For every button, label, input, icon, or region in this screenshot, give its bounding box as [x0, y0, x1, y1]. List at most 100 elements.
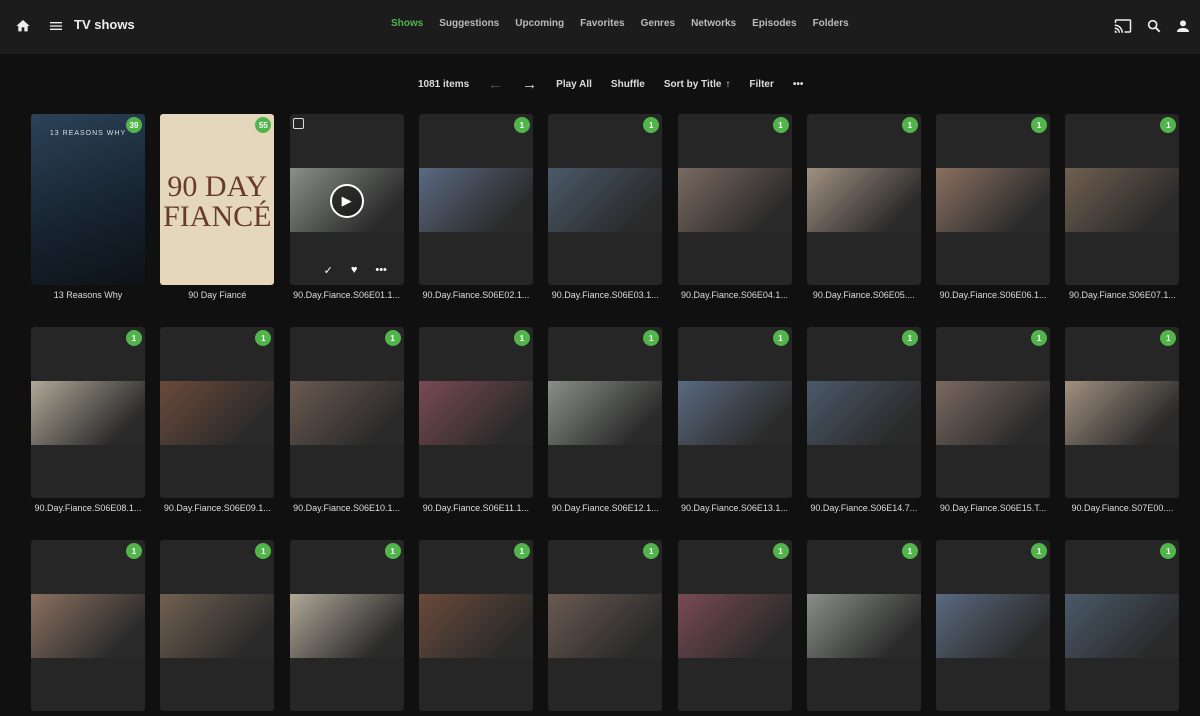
library-card[interactable]: 1 — [160, 540, 275, 716]
tab-networks[interactable]: Networks — [691, 18, 736, 29]
library-card[interactable]: 1 90.Day.Fiance.S06E11.1... — [418, 327, 533, 513]
card-image[interactable]: 1 — [289, 327, 404, 498]
library-card[interactable]: 1 90.Day.Fiance.S06E12.1... — [548, 327, 663, 513]
library-card[interactable]: 1 90.Day.Fiance.S06E05.... — [806, 114, 921, 300]
card-image[interactable]: 1 — [160, 540, 275, 711]
card-image[interactable]: 1 — [806, 327, 921, 498]
previous-page-button[interactable]: ← — [488, 76, 503, 93]
tab-folders[interactable]: Folders — [813, 18, 849, 29]
tab-episodes[interactable]: Episodes — [752, 18, 796, 29]
cast-icon[interactable] — [1112, 15, 1134, 37]
card-title[interactable]: 90.Day.Fiance.S06E13.1... — [678, 503, 792, 513]
card-image[interactable]: 1 — [418, 540, 533, 711]
shuffle-button[interactable]: Shuffle — [611, 79, 645, 90]
library-card[interactable]: 1 — [31, 540, 145, 716]
select-checkbox[interactable] — [292, 118, 304, 129]
filter-button[interactable]: Filter — [749, 79, 773, 90]
library-card[interactable]: ▶ ✓ ♥ ••• 90.Day.Fiance.S06E01.1... — [289, 114, 404, 300]
library-card[interactable]: 1 90.Day.Fiance.S06E06.1... — [936, 114, 1051, 300]
card-image[interactable]: 1 — [677, 114, 792, 285]
card-title[interactable]: 90.Day.Fiance.S06E01.1... — [290, 290, 404, 300]
card-image[interactable]: 1 — [677, 327, 792, 498]
library-card[interactable]: 1 90.Day.Fiance.S06E03.1... — [548, 114, 663, 300]
card-image[interactable]: 1 — [418, 114, 533, 285]
library-card[interactable]: 1 90.Day.Fiance.S07E00.... — [1065, 327, 1180, 513]
unplayed-count-badge: 1 — [513, 543, 530, 559]
card-image[interactable]: 1 — [548, 114, 663, 285]
library-card[interactable]: 1 90.Day.Fiance.S06E14.7... — [806, 327, 921, 513]
card-image[interactable]: 1 — [1065, 114, 1180, 285]
library-card[interactable]: 1 90.Day.Fiance.S06E02.1... — [418, 114, 533, 300]
library-card[interactable]: 1 90.Day.Fiance.S06E04.1... — [677, 114, 792, 300]
card-title[interactable]: 90.Day.Fiance.S06E14.7... — [807, 503, 921, 513]
play-button[interactable]: ▶ — [329, 184, 364, 218]
library-card[interactable]: 1 — [548, 540, 663, 716]
tab-shows[interactable]: Shows — [391, 18, 423, 29]
card-title[interactable]: 13 Reasons Why — [31, 290, 145, 300]
card-title[interactable]: 90.Day.Fiance.S06E04.1... — [678, 290, 792, 300]
library-card[interactable]: 1 — [936, 540, 1051, 716]
card-title[interactable]: 90.Day.Fiance.S06E12.1... — [548, 503, 662, 513]
card-title[interactable]: 90.Day.Fiance.S06E03.1... — [548, 290, 662, 300]
library-card[interactable]: 1 90.Day.Fiance.S06E07.1... — [1065, 114, 1180, 300]
library-card[interactable]: 1 — [418, 540, 533, 716]
card-title[interactable]: 90.Day.Fiance.S06E06.1... — [936, 290, 1050, 300]
tab-suggestions[interactable]: Suggestions — [439, 18, 499, 29]
next-page-button[interactable]: → — [522, 76, 537, 93]
card-image[interactable]: 1 — [936, 540, 1051, 711]
more-options-icon[interactable]: ••• — [793, 79, 804, 90]
heart-icon[interactable]: ♥ — [351, 264, 358, 277]
search-icon[interactable] — [1143, 15, 1165, 37]
library-card[interactable]: 13 REASONS WHY 39 13 Reasons Why — [31, 114, 145, 300]
card-image[interactable]: ▶ ✓ ♥ ••• — [289, 114, 404, 285]
card-image[interactable]: 1 — [677, 540, 792, 711]
card-image[interactable]: 1 — [289, 540, 404, 711]
card-title[interactable]: 90.Day.Fiance.S06E05.... — [807, 290, 921, 300]
sort-button[interactable]: Sort by Title ↑ — [664, 79, 731, 90]
card-title[interactable]: 90.Day.Fiance.S06E08.1... — [31, 503, 145, 513]
tab-genres[interactable]: Genres — [641, 18, 675, 29]
card-image[interactable]: 1 — [418, 327, 533, 498]
tab-upcoming[interactable]: Upcoming — [515, 18, 564, 29]
card-title[interactable]: 90.Day.Fiance.S06E11.1... — [419, 503, 533, 513]
check-icon[interactable]: ✓ — [324, 264, 333, 277]
user-icon[interactable] — [1172, 15, 1194, 37]
card-image[interactable]: 1 — [160, 327, 275, 498]
play-all-button[interactable]: Play All — [556, 79, 592, 90]
library-card[interactable]: 1 90.Day.Fiance.S06E08.1... — [31, 327, 145, 513]
card-title[interactable]: 90.Day.Fiance.S06E07.1... — [1065, 290, 1179, 300]
library-card[interactable]: 1 90.Day.Fiance.S06E10.1... — [289, 327, 404, 513]
menu-icon[interactable] — [45, 15, 67, 37]
card-title[interactable]: 90 Day Fiancé — [160, 290, 274, 300]
card-title[interactable]: 90.Day.Fiance.S06E02.1... — [419, 290, 533, 300]
card-title[interactable]: 90.Day.Fiance.S06E15.T... — [936, 503, 1050, 513]
home-icon[interactable] — [12, 15, 34, 37]
more-icon[interactable]: ••• — [375, 264, 387, 277]
card-image[interactable]: 1 — [548, 540, 663, 711]
card-image[interactable]: 1 — [31, 540, 145, 711]
unplayed-count-badge: 1 — [772, 117, 789, 133]
card-image[interactable]: 1 — [1065, 540, 1180, 711]
unplayed-count-badge: 1 — [643, 117, 660, 133]
card-image[interactable]: 1 — [806, 540, 921, 711]
library-card[interactable]: 1 90.Day.Fiance.S06E09.1... — [160, 327, 275, 513]
library-card[interactable]: 1 — [806, 540, 921, 716]
library-card[interactable]: 1 — [289, 540, 404, 716]
library-card[interactable]: 1 90.Day.Fiance.S06E15.T... — [936, 327, 1051, 513]
card-image[interactable]: 1 — [31, 327, 145, 498]
card-image[interactable]: 13 REASONS WHY 39 — [31, 114, 145, 285]
library-card[interactable]: 90 DAY FIANCÉ 55 90 Day Fiancé — [160, 114, 275, 300]
tab-favorites[interactable]: Favorites — [580, 18, 624, 29]
card-image[interactable]: 1 — [936, 327, 1051, 498]
card-title[interactable]: 90.Day.Fiance.S07E00.... — [1065, 503, 1179, 513]
card-image[interactable]: 1 — [806, 114, 921, 285]
card-title[interactable]: 90.Day.Fiance.S06E10.1... — [290, 503, 404, 513]
card-image[interactable]: 1 — [1065, 327, 1180, 498]
card-title[interactable]: 90.Day.Fiance.S06E09.1... — [160, 503, 274, 513]
card-image[interactable]: 1 — [936, 114, 1051, 285]
library-card[interactable]: 1 90.Day.Fiance.S06E13.1... — [677, 327, 792, 513]
card-image[interactable]: 90 DAY FIANCÉ 55 — [160, 114, 275, 285]
card-image[interactable]: 1 — [548, 327, 663, 498]
library-card[interactable]: 1 — [1065, 540, 1180, 716]
library-card[interactable]: 1 — [677, 540, 792, 716]
